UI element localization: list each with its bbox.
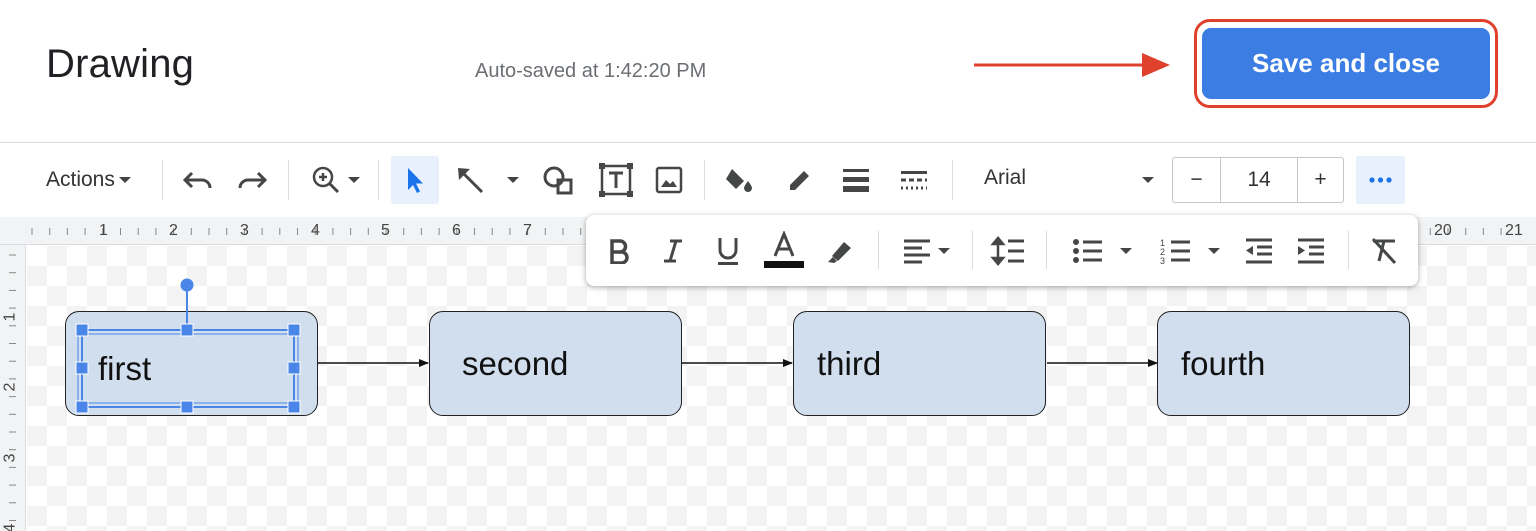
align-icon [904,239,930,264]
italic-button[interactable] [658,233,688,269]
resize-handle [287,323,301,337]
resize-handle [75,323,89,337]
clear-formatting-icon [1371,237,1397,265]
decrease-indent-icon [1246,238,1272,264]
underline-icon [718,238,738,265]
resize-handle [75,361,89,375]
chevron-down-icon [938,248,950,254]
bulleted-list-icon [1073,239,1102,263]
svg-text:3: 3 [1160,256,1165,265]
increase-indent-icon [1298,238,1324,264]
resize-handle [180,323,194,337]
increase-indent-button[interactable] [1294,233,1328,269]
align-button[interactable] [896,233,956,269]
resize-handle [287,361,301,375]
numbered-list-button[interactable]: 123 [1156,233,1224,269]
toolbar-divider [878,231,879,269]
chevron-down-icon [1120,248,1132,254]
resize-handle [180,400,194,414]
text-color-icon [764,231,804,268]
underline-button[interactable] [712,233,744,269]
bold-icon [610,239,629,264]
numbered-list-icon: 123 [1160,238,1190,265]
resize-handle [287,400,301,414]
text-format-toolbar: 123 [586,215,1418,286]
line-spacing-button[interactable] [988,233,1028,269]
italic-icon [664,239,682,263]
chevron-down-icon [1208,248,1220,254]
text-color-button[interactable] [762,231,806,269]
toolbar-divider [1348,231,1349,269]
toolbar-divider [1046,231,1047,269]
bold-button[interactable] [604,233,634,269]
rotate-handle [180,278,194,292]
resize-handle [75,400,89,414]
decrease-indent-button[interactable] [1242,233,1276,269]
highlight-button[interactable] [824,233,858,269]
bulleted-list-button[interactable] [1066,233,1138,269]
line-spacing-icon [990,236,1024,266]
toolbar-divider [972,231,973,269]
clear-formatting-button[interactable] [1366,233,1402,269]
highlight-icon [828,242,851,263]
